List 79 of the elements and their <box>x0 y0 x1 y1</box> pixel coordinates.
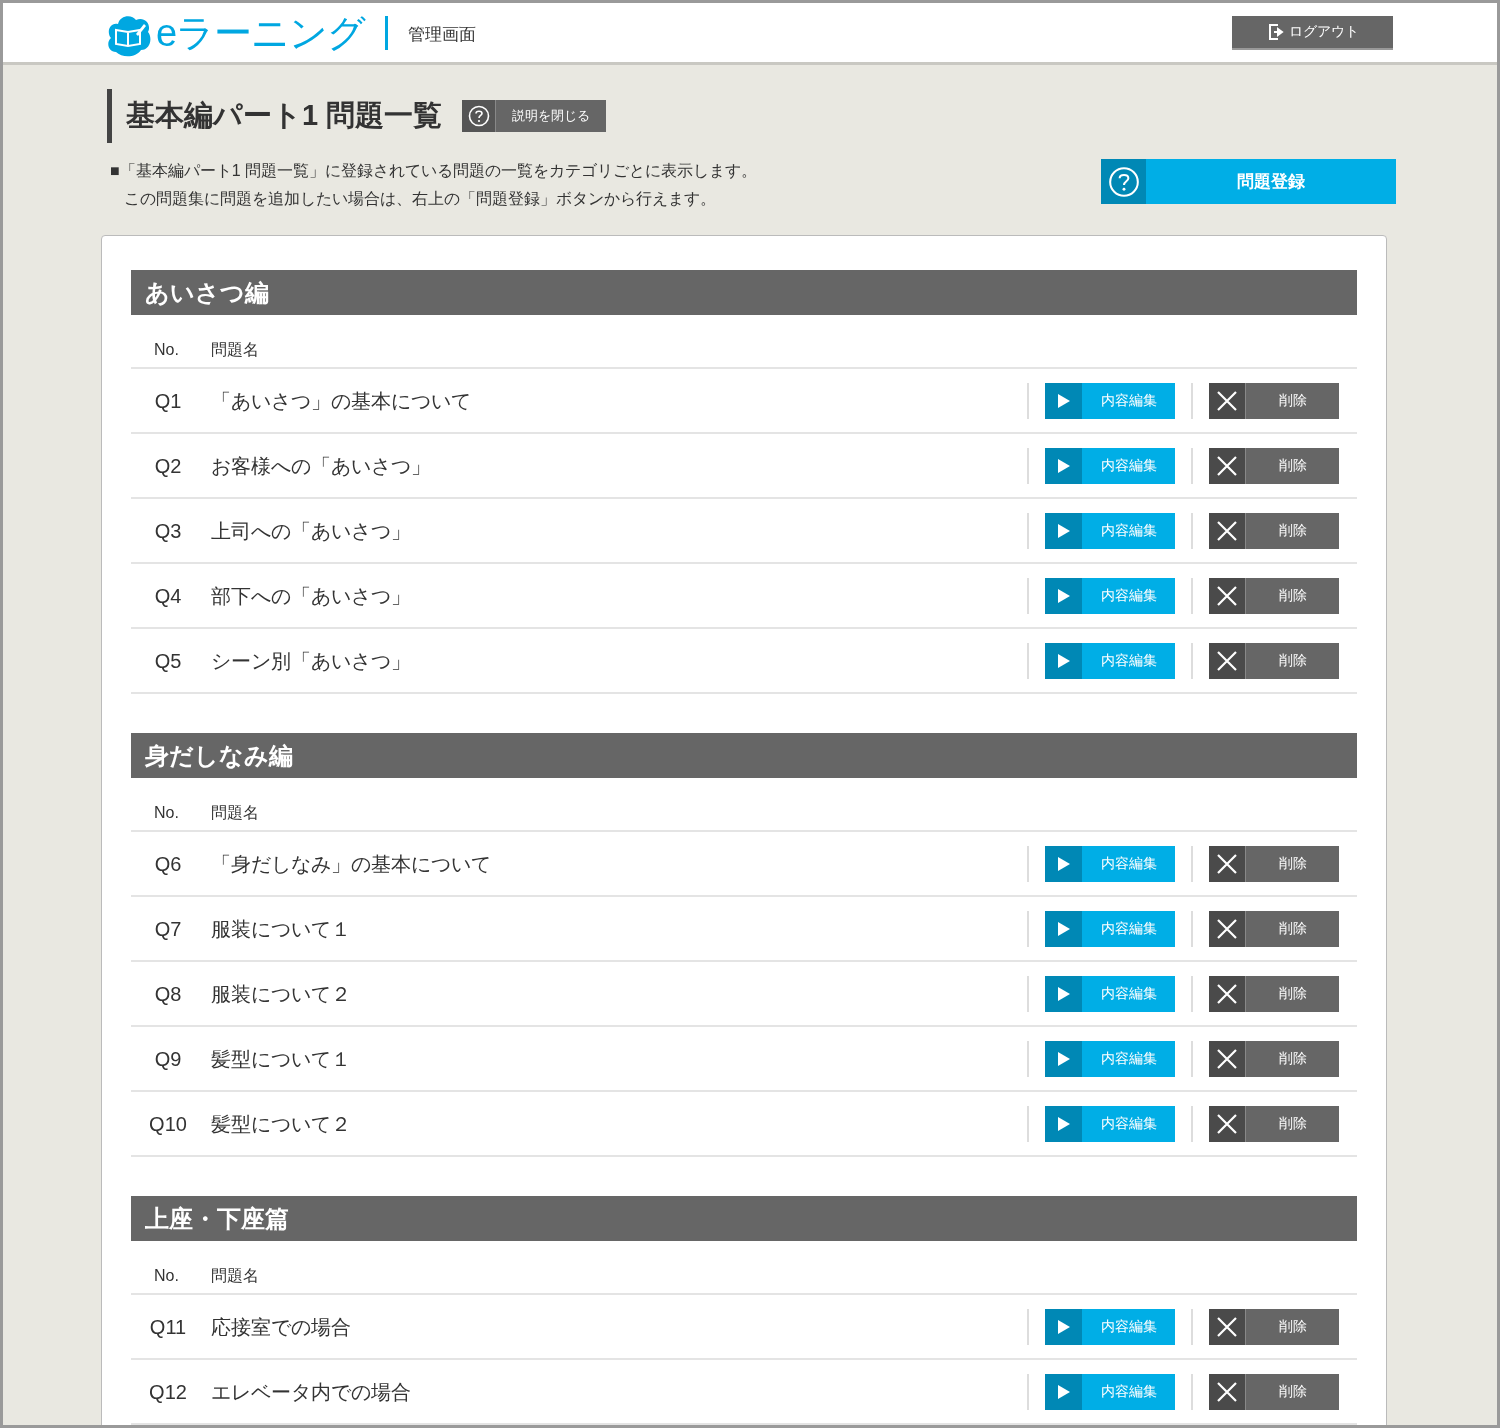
question-title: 「身だしなみ」の基本について <box>211 851 492 877</box>
question-title: 応接室での場合 <box>211 1314 352 1340</box>
question-title: 上司への「あいさつ」 <box>211 518 412 544</box>
logout-button[interactable]: ログアウト <box>1232 15 1393 50</box>
play-icon <box>1057 1051 1070 1066</box>
section-header: あいさつ編 <box>131 270 1357 315</box>
play-icon <box>1057 1116 1070 1131</box>
column-header: 問題名 <box>211 340 259 360</box>
close-icon <box>1217 1113 1237 1134</box>
question-title: シーン別「あいさつ」 <box>211 648 412 674</box>
logo-text: eラーニング <box>156 13 366 52</box>
question-number: Q5 <box>153 648 183 674</box>
close-icon <box>1217 918 1237 939</box>
close-icon <box>1217 1381 1237 1402</box>
delete-button[interactable]: 削除 <box>1209 512 1339 549</box>
column-header: 問題名 <box>211 1266 259 1286</box>
close-icon <box>1217 520 1237 541</box>
delete-button[interactable]: 削除 <box>1209 382 1339 419</box>
question-number: Q9 <box>153 1046 183 1072</box>
close-icon <box>1217 983 1237 1004</box>
column-header: No. <box>153 1266 180 1286</box>
question-number: Q7 <box>153 916 183 942</box>
question-title: 部下への「あいさつ」 <box>211 583 412 609</box>
question-number: Q12 <box>148 1379 188 1405</box>
question-title: お客様への「あいさつ」 <box>211 453 432 479</box>
play-icon <box>1057 1319 1070 1334</box>
delete-button[interactable]: 削除 <box>1209 447 1339 484</box>
column-header: No. <box>153 340 180 360</box>
play-icon <box>1057 393 1070 408</box>
question-number: Q2 <box>153 453 183 479</box>
play-icon <box>1057 458 1070 473</box>
delete-button[interactable]: 削除 <box>1209 577 1339 614</box>
help-toggle-button[interactable]: 説明を閉じる <box>462 100 607 132</box>
question-title: 服装について１ <box>211 916 352 942</box>
play-icon <box>1057 921 1070 936</box>
close-icon <box>1217 585 1237 606</box>
close-icon <box>1217 650 1237 671</box>
question-title: 服装について２ <box>211 981 352 1007</box>
close-icon <box>1217 390 1237 411</box>
question-number: Q10 <box>148 1111 188 1137</box>
delete-button[interactable]: 削除 <box>1209 1308 1339 1345</box>
close-icon <box>1217 1048 1237 1069</box>
delete-button[interactable]: 削除 <box>1209 1105 1339 1142</box>
page-title: 基本編パート1 問題一覧 <box>126 98 443 134</box>
delete-button[interactable]: 削除 <box>1209 1373 1339 1410</box>
column-header: No. <box>153 803 180 823</box>
question-title: 髪型について２ <box>211 1111 352 1137</box>
column-header: 問題名 <box>211 803 259 823</box>
question-number: Q3 <box>153 518 183 544</box>
header-subtitle: 管理画面 <box>408 23 477 46</box>
question-number: Q6 <box>153 851 183 877</box>
close-icon <box>1217 455 1237 476</box>
question-number: Q4 <box>153 583 183 609</box>
description-text: ■「基本編パート1 問題一覧」に登録されている問題の一覧をカテゴリごとに表示します。 <box>110 161 757 181</box>
play-icon <box>1057 986 1070 1001</box>
delete-button[interactable]: 削除 <box>1209 642 1339 679</box>
section-header: 上座・下座篇 <box>131 1196 1357 1241</box>
question-title: エレベータ内での場合 <box>211 1379 412 1405</box>
description-text: この問題集に問題を追加したい場合は、右上の「問題登録」ボタンから行えます。 <box>123 189 717 209</box>
question-title: 「あいさつ」の基本について <box>211 388 472 414</box>
delete-button[interactable]: 削除 <box>1209 975 1339 1012</box>
delete-button[interactable]: 削除 <box>1209 845 1339 882</box>
close-icon <box>1217 1316 1237 1337</box>
question-title: 髪型について１ <box>211 1046 352 1072</box>
play-icon <box>1057 523 1070 538</box>
play-icon <box>1057 1384 1070 1399</box>
delete-button[interactable]: 削除 <box>1209 910 1339 947</box>
play-icon <box>1057 588 1070 603</box>
question-number: Q8 <box>153 981 183 1007</box>
question-number: Q1 <box>153 388 183 414</box>
delete-button[interactable]: 削除 <box>1209 1040 1339 1077</box>
play-icon <box>1057 653 1070 668</box>
section-header: 身だしなみ編 <box>131 733 1357 778</box>
help-icon <box>467 105 490 127</box>
help-icon <box>1107 165 1140 198</box>
logout-icon <box>1266 22 1285 41</box>
question-number: Q11 <box>148 1314 188 1340</box>
play-icon <box>1057 856 1070 871</box>
close-icon <box>1217 853 1237 874</box>
